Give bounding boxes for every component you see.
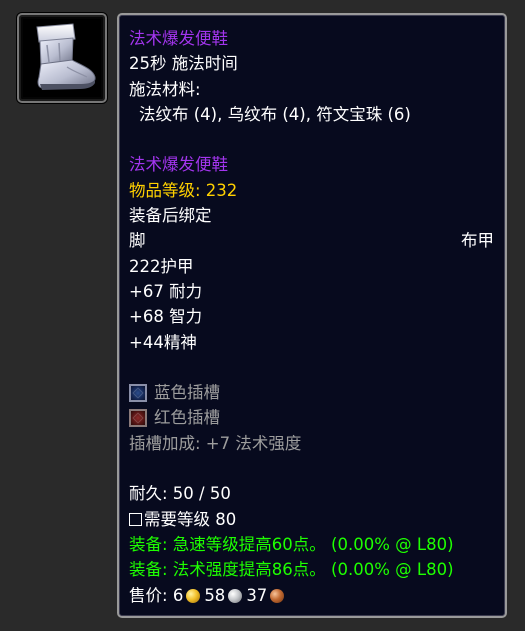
silver-amount: 58	[204, 585, 226, 605]
boots-icon	[23, 19, 101, 97]
armor-type: 布甲	[461, 231, 494, 251]
gold-coin-icon	[186, 588, 201, 603]
gold-amount: 6	[172, 585, 184, 605]
cast-time: 25秒 施法时间	[129, 54, 238, 74]
slot-row: 脚 布甲	[129, 228, 494, 253]
copper-amount: 37	[246, 585, 268, 605]
socket-blue: 蓝色插槽	[129, 380, 494, 405]
socket-label: 蓝色插槽	[154, 383, 220, 403]
reagents-list: 法纹布 (4), 乌纹布 (4), 符文宝珠 (6)	[139, 104, 411, 124]
stat-intellect: +68 智力	[129, 307, 203, 327]
equip-effect-haste: 装备: 急速等级提高60点。 (0.00% @ L80)	[129, 534, 454, 554]
stat-spirit: +44精神	[129, 332, 197, 352]
equip-effect-spellpower: 装备: 法术强度提高86点。 (0.00% @ L80)	[129, 560, 454, 580]
durability: 耐久: 50 / 50	[129, 484, 231, 504]
reagents-label: 施法材料:	[129, 79, 201, 99]
armor-value: 222护甲	[129, 256, 194, 276]
item-name: 法术爆发便鞋	[129, 155, 228, 175]
red-socket-icon	[129, 409, 147, 428]
socket-label: 红色插槽	[154, 408, 220, 428]
copper-coin-icon	[270, 588, 285, 603]
checkbox-icon	[129, 512, 142, 526]
blue-socket-icon	[129, 383, 147, 402]
item-level: 物品等级: 232	[129, 180, 238, 200]
item-tooltip: 法术爆发便鞋 25秒 施法时间 施法材料: 法纹布 (4), 乌纹布 (4), …	[117, 13, 507, 618]
required-level: 需要等级 80	[144, 509, 237, 529]
recipe-title: 法术爆发便鞋	[129, 29, 228, 48]
silver-coin-icon	[228, 588, 243, 603]
item-boots-icon[interactable]	[17, 13, 107, 103]
item-slot: 脚	[129, 231, 146, 251]
stat-stamina: +67 耐力	[129, 281, 203, 301]
bind-type: 装备后绑定	[129, 206, 212, 226]
socket-bonus: 插槽加成: +7 法术强度	[129, 433, 302, 453]
sell-price-label: 售价:	[129, 585, 173, 605]
sell-price: 售价: 6 58 37	[129, 583, 494, 608]
socket-red: 红色插槽	[129, 405, 494, 430]
required-level-row: 需要等级 80	[129, 507, 494, 532]
